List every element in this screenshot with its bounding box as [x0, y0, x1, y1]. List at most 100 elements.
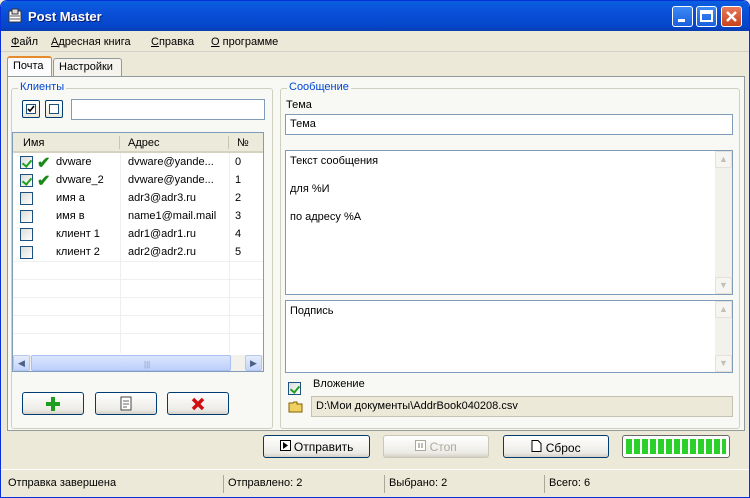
import-icon: [120, 396, 132, 411]
close-icon: [726, 11, 737, 22]
subject-input[interactable]: Тема: [285, 114, 733, 135]
attachment-label: Вложение: [313, 378, 365, 390]
scroll-right-button[interactable]: ▶: [245, 355, 262, 371]
folder-icon[interactable]: [288, 400, 303, 413]
client-address: dvware@yande...: [128, 174, 214, 186]
column-address[interactable]: Адрес: [128, 137, 160, 149]
maximize-button[interactable]: [696, 6, 717, 27]
minimize-button[interactable]: [672, 6, 693, 27]
client-address: dvware@yande...: [128, 156, 214, 168]
row-checkbox[interactable]: [20, 192, 33, 205]
document-icon: [531, 440, 542, 452]
list-item[interactable]: ✔ dvware dvware@yande... 0: [13, 153, 263, 172]
uncheck-all-button[interactable]: [45, 100, 63, 118]
client-address: adr2@adr2.ru: [128, 246, 197, 258]
play-icon: [279, 440, 291, 451]
client-number: 5: [235, 246, 242, 258]
grid-line: [13, 279, 263, 280]
grip-icon: |||: [144, 360, 151, 369]
uncheck-all-icon: [49, 104, 59, 114]
menu-address-book[interactable]: Адресная книга: [51, 36, 131, 48]
delete-client-button[interactable]: [167, 392, 229, 415]
list-item[interactable]: имя а adr3@adr3.ru 2: [13, 189, 263, 207]
add-icon: [46, 397, 60, 411]
row-checkbox[interactable]: [20, 246, 33, 259]
stop-label: Стоп: [429, 440, 457, 454]
list-item[interactable]: клиент 1 adr1@adr1.ru 4: [13, 225, 263, 243]
send-button[interactable]: Отправить: [263, 435, 370, 458]
tab-mail[interactable]: Почта: [7, 56, 52, 77]
attachment-path-field[interactable]: D:\Мои документы\AddrBook040208.csv: [311, 396, 733, 417]
scroll-down-button[interactable]: ▼: [715, 355, 732, 372]
client-name: клиент 2: [56, 246, 100, 258]
signature-textarea[interactable]: Подпись ▲ ▼: [285, 300, 733, 373]
tab-settings[interactable]: Настройки: [53, 58, 122, 77]
column-divider: [119, 136, 120, 149]
client-number: 2: [235, 192, 242, 204]
check-all-icon: [26, 104, 36, 114]
message-body-textarea[interactable]: Текст сообщения для %И по адресу %А ▲ ▼: [285, 150, 733, 295]
attachment-checkbox[interactable]: [288, 382, 301, 395]
send-button-content: Отправить: [279, 440, 353, 454]
clients-legend: Клиенты: [18, 81, 67, 93]
menu-help[interactable]: Справка: [151, 36, 194, 48]
row-checkbox[interactable]: [20, 156, 33, 169]
list-item[interactable]: ✔ dvware_2 dvware@yande... 1: [13, 171, 263, 190]
import-clients-button[interactable]: [95, 392, 157, 415]
list-header: Имя Адрес №: [13, 133, 263, 153]
client-name: dvware: [56, 156, 92, 168]
menu-about[interactable]: О программе: [211, 36, 278, 48]
window-title: Post Master: [28, 9, 102, 24]
row-checkbox[interactable]: [20, 228, 33, 241]
client-number: 3: [235, 210, 242, 222]
menu-bar: Файл Адресная книга Справка О программе: [1, 32, 749, 52]
stop-button[interactable]: Стоп: [383, 435, 489, 458]
progress-fill: [626, 439, 726, 454]
signature-vscroll[interactable]: ▲ ▼: [715, 301, 732, 372]
client-number: 4: [235, 228, 242, 240]
client-number: 1: [235, 174, 242, 186]
add-client-button[interactable]: [22, 392, 84, 415]
body-vscroll[interactable]: ▲ ▼: [715, 151, 732, 294]
sent-check-icon: ✔: [37, 173, 51, 190]
check-all-button[interactable]: [22, 100, 40, 118]
close-button[interactable]: [721, 6, 742, 27]
list-hscroll[interactable]: ◀ ||| ▶: [13, 355, 263, 371]
client-name: имя а: [56, 192, 85, 204]
signature-text: Подпись: [290, 305, 334, 317]
reset-button-content: Сброс: [531, 440, 581, 455]
client-number: 0: [235, 156, 242, 168]
sent-check-icon: ✔: [37, 155, 51, 172]
status-sent: Отправлено: 2: [223, 475, 306, 493]
message-body-line: по адресу %А: [290, 211, 362, 223]
column-number[interactable]: №: [237, 137, 249, 149]
reset-button[interactable]: Сброс: [503, 435, 609, 458]
status-message: Отправка завершена: [8, 477, 117, 489]
row-checkbox[interactable]: [20, 174, 33, 187]
client-filter-input[interactable]: [71, 99, 265, 120]
row-checkbox[interactable]: [20, 210, 33, 223]
scroll-left-button[interactable]: ◀: [13, 355, 30, 371]
column-name[interactable]: Имя: [23, 137, 44, 149]
message-body-line: Текст сообщения: [290, 155, 379, 167]
status-bar: Отправка завершена Отправлено: 2 Выбрано…: [1, 469, 749, 497]
scroll-up-button[interactable]: ▲: [715, 151, 732, 168]
client-address: adr3@adr3.ru: [128, 192, 197, 204]
title-bar[interactable]: Post Master: [1, 1, 749, 31]
delete-icon: [191, 397, 205, 411]
list-item[interactable]: клиент 2 adr2@adr2.ru 5: [13, 243, 263, 261]
list-item[interactable]: имя в name1@mail.mail 3: [13, 207, 263, 225]
client-list[interactable]: Имя Адрес № ✔ dvware dvware@yande... 0 ✔ dvwa…: [12, 132, 264, 372]
pause-icon: [415, 440, 427, 451]
scroll-thumb[interactable]: |||: [31, 355, 231, 371]
menu-file[interactable]: Файл: [11, 36, 38, 48]
send-progress-bar: [622, 435, 730, 458]
client-name: dvware_2: [56, 174, 104, 186]
client-address: adr1@adr1.ru: [128, 228, 197, 240]
status-total: Всего: 6: [544, 475, 746, 493]
client-name: клиент 1: [56, 228, 100, 240]
grid-line: [13, 261, 263, 262]
scroll-up-button[interactable]: ▲: [715, 301, 732, 318]
grid-line: [13, 315, 263, 316]
scroll-down-button[interactable]: ▼: [715, 277, 732, 294]
